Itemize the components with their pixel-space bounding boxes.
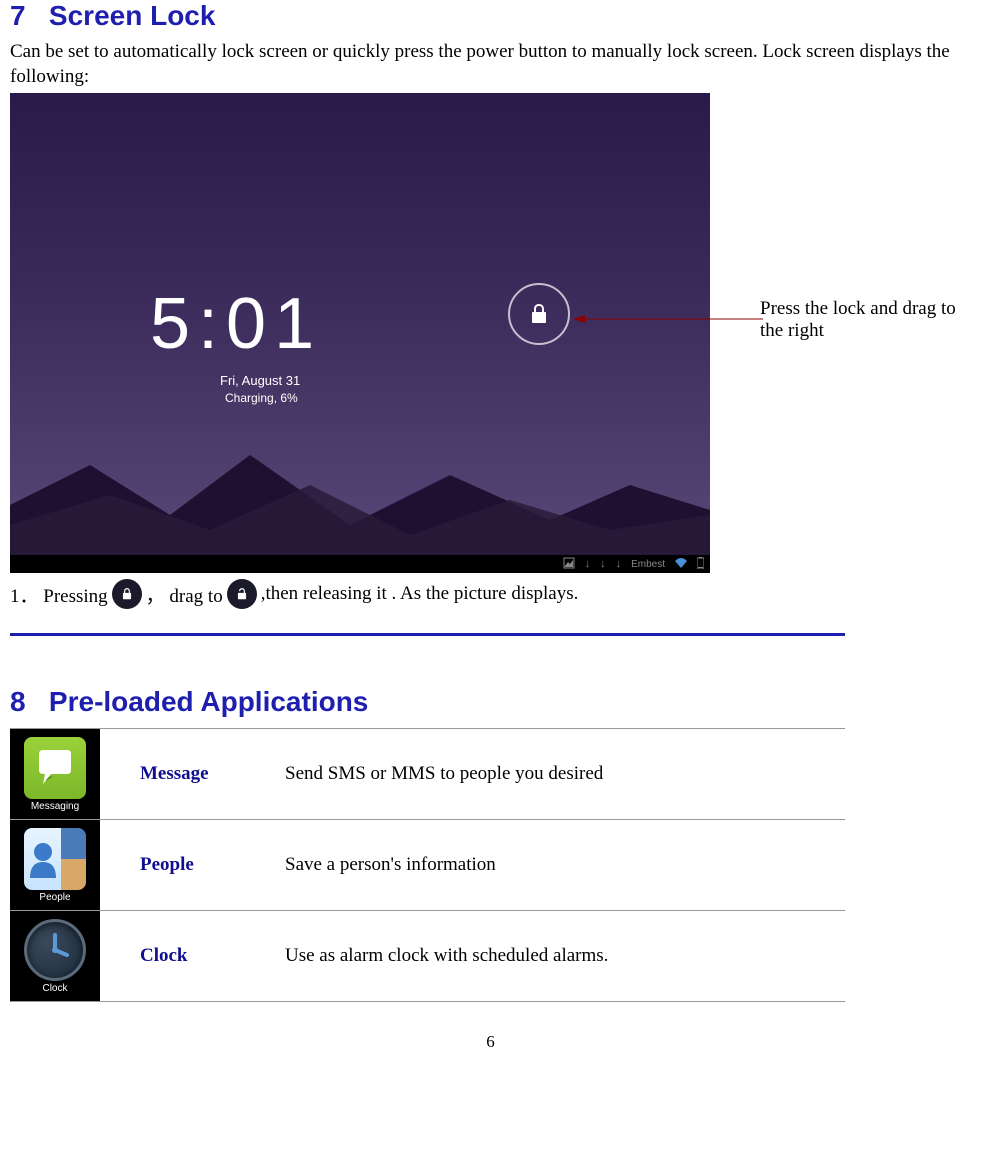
- step-prefix: 1． Pressing: [10, 581, 108, 608]
- table-row: Clock Clock Use as alarm clock with sche…: [10, 911, 845, 1002]
- lock-screen-screenshot: 5:01 Fri, August 31 Charging, 6% ↓ ↓ ↓ E…: [10, 93, 710, 573]
- app-description: Send SMS or MMS to people you desired: [285, 763, 845, 785]
- lock-screen-charging: Charging, 6%: [225, 391, 298, 405]
- app-name: Clock: [110, 945, 285, 967]
- app-icon-cell: Messaging: [10, 729, 110, 819]
- inline-unlock-icon: [227, 579, 257, 609]
- wallpaper-mountains: [10, 435, 710, 555]
- status-bar: ↓ ↓ ↓ Embest: [10, 555, 710, 573]
- people-icon-label: People: [39, 892, 70, 903]
- image-icon: [563, 557, 575, 572]
- lock-icon-circle[interactable]: [508, 283, 570, 345]
- clock-icon-label: Clock: [42, 983, 67, 994]
- lock-icon: [527, 302, 551, 326]
- app-icon-cell: People: [10, 820, 110, 910]
- table-row: Messaging Message Send SMS or MMS to peo…: [10, 729, 845, 820]
- app-description: Use as alarm clock with scheduled alarms…: [285, 945, 845, 967]
- annotation-arrow: [573, 318, 758, 320]
- download-icon: ↓: [585, 558, 591, 570]
- app-icon-cell: Clock: [10, 911, 110, 1001]
- section-7-title: Screen Lock: [49, 0, 216, 31]
- battery-icon: [697, 557, 704, 572]
- applications-table: Messaging Message Send SMS or MMS to peo…: [10, 728, 845, 1002]
- step-1-instruction: 1． Pressing ， drag to ,then releasing it…: [10, 579, 971, 609]
- section-7-number: 7: [10, 0, 26, 31]
- lock-screen-date: Fri, August 31: [220, 373, 300, 388]
- app-name: People: [110, 854, 285, 876]
- wifi-icon: [675, 558, 687, 571]
- section-8-title: Pre-loaded Applications: [49, 686, 368, 717]
- section-8-heading: 8 Pre-loaded Applications: [10, 686, 971, 718]
- section-8-number: 8: [10, 686, 26, 717]
- download-icon-3: ↓: [616, 558, 622, 570]
- status-icons: ↓ ↓ ↓ Embest: [563, 557, 704, 572]
- clock-app-icon: Clock: [10, 911, 100, 1001]
- status-device-name: Embest: [631, 559, 665, 570]
- messaging-app-icon: Messaging: [10, 729, 100, 819]
- screenshot-with-annotation: 5:01 Fri, August 31 Charging, 6% ↓ ↓ ↓ E…: [10, 93, 971, 573]
- app-name: Message: [110, 763, 285, 785]
- section-7-heading: 7 Screen Lock: [10, 0, 971, 32]
- step-suffix: ,then releasing it . As the picture disp…: [261, 583, 579, 605]
- app-description: Save a person's information: [285, 854, 845, 876]
- lock-screen-time: 5:01: [150, 283, 322, 365]
- annotation-text: Press the lock and drag to the right: [760, 298, 980, 342]
- table-row: People People Save a person's informatio…: [10, 820, 845, 911]
- section-7-intro: Can be set to automatically lock screen …: [10, 40, 971, 89]
- page-number: 6: [10, 1032, 971, 1052]
- inline-lock-icon: [112, 579, 142, 609]
- download-icon-2: ↓: [600, 558, 606, 570]
- messaging-icon-label: Messaging: [31, 801, 79, 812]
- step-mid: ， drag to: [146, 581, 223, 608]
- section-divider: [10, 633, 845, 636]
- people-app-icon: People: [10, 820, 100, 910]
